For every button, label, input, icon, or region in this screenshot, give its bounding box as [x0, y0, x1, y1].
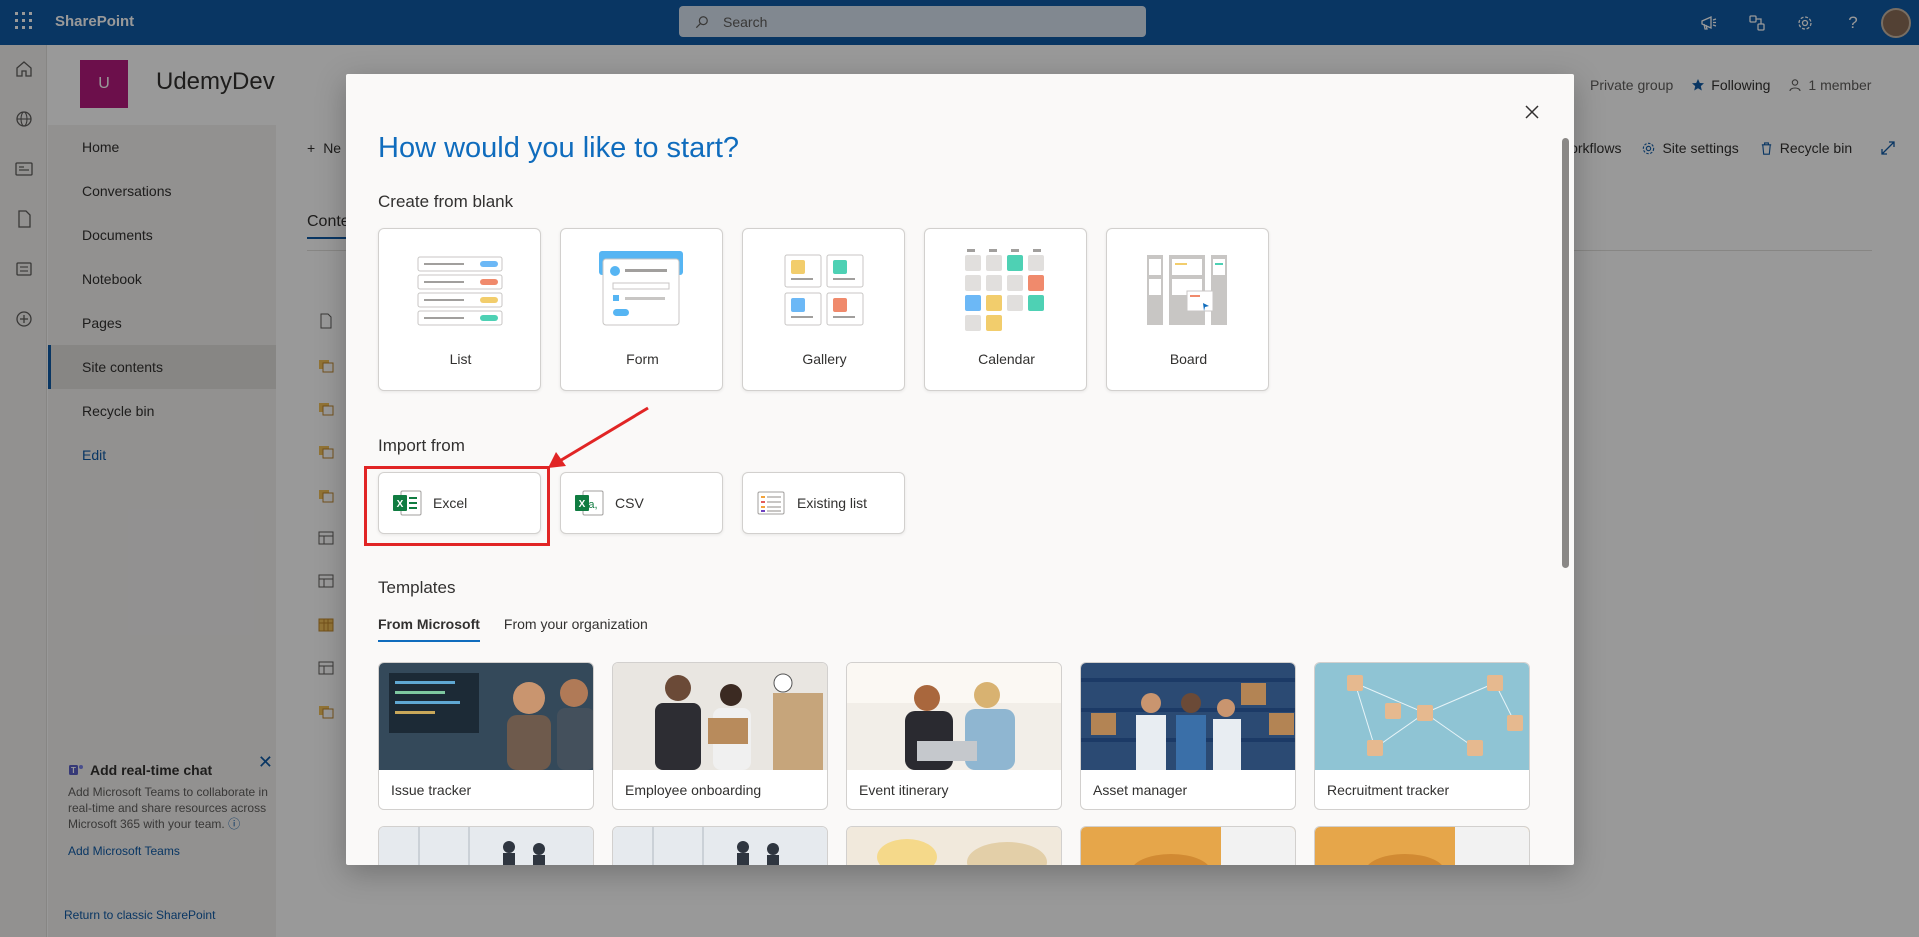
svg-text:a,: a,	[588, 499, 597, 511]
tab-from-organization[interactable]: From your organization	[504, 616, 648, 642]
import-existing-list-label: Existing list	[797, 495, 868, 511]
recruitment-tracker-image	[1315, 663, 1529, 770]
template-label: Issue tracker	[391, 782, 472, 798]
event-itinerary-image	[847, 663, 1061, 770]
template-card-partial[interactable]	[378, 826, 594, 865]
highlight-box	[364, 466, 550, 546]
calendar-illustration-icon	[965, 249, 1044, 331]
template-card-partial[interactable]	[1314, 826, 1530, 865]
template-card-partial[interactable]	[612, 826, 828, 865]
template-image	[847, 827, 1061, 865]
template-label: Asset manager	[1093, 782, 1188, 798]
create-blank-heading: Create from blank	[378, 192, 514, 211]
templates-tabs: From Microsoft From your organization	[378, 616, 648, 642]
svg-text:X: X	[579, 499, 586, 510]
tab-from-microsoft[interactable]: From Microsoft	[378, 616, 480, 642]
template-card-partial[interactable]	[1080, 826, 1296, 865]
list-card-label: List	[449, 351, 472, 367]
red-arrow-icon	[548, 406, 649, 468]
import-csv-button[interactable]: a, X CSV	[560, 472, 723, 534]
template-issue-tracker[interactable]: Issue tracker	[378, 662, 594, 810]
template-label: Event itinerary	[859, 782, 949, 798]
import-heading: Import from	[378, 436, 465, 455]
issue-tracker-image	[379, 663, 593, 770]
employee-onboarding-image	[613, 663, 827, 770]
template-card-partial[interactable]	[846, 826, 1062, 865]
template-asset-manager[interactable]: Asset manager	[1080, 662, 1296, 810]
create-list-dialog: How would you like to start? Create from…	[346, 74, 1574, 865]
asset-manager-image	[1081, 663, 1295, 770]
close-icon[interactable]	[1522, 102, 1542, 122]
import-csv-label: CSV	[615, 495, 644, 511]
board-card[interactable]: Board	[1106, 228, 1269, 391]
board-illustration-icon	[1147, 255, 1227, 325]
gallery-card[interactable]: Gallery	[742, 228, 905, 391]
dialog-scrollbar[interactable]	[1562, 128, 1569, 858]
list-card[interactable]: List	[378, 228, 541, 391]
template-recruitment-tracker[interactable]: Recruitment tracker	[1314, 662, 1530, 810]
board-card-label: Board	[1169, 351, 1208, 367]
template-image	[379, 827, 593, 865]
calendar-card[interactable]: Calendar	[924, 228, 1087, 391]
template-image	[1315, 827, 1529, 865]
gallery-card-label: Gallery	[802, 351, 847, 367]
form-illustration-icon	[599, 251, 683, 326]
list-illustration-icon	[417, 256, 503, 326]
templates-heading: Templates	[378, 578, 456, 597]
template-label: Recruitment tracker	[1327, 782, 1450, 798]
calendar-card-label: Calendar	[978, 351, 1035, 367]
existing-list-icon	[757, 491, 785, 515]
template-image	[613, 827, 827, 865]
gallery-illustration-icon	[784, 254, 864, 326]
template-employee-onboarding[interactable]: Employee onboarding	[612, 662, 828, 810]
template-image	[1081, 827, 1295, 865]
import-existing-list-button[interactable]: Existing list	[742, 472, 905, 534]
template-event-itinerary[interactable]: Event itinerary	[846, 662, 1062, 810]
csv-icon: a, X	[575, 490, 604, 516]
dialog-title: How would you like to start?	[378, 132, 740, 164]
form-card[interactable]: Form	[560, 228, 723, 391]
form-card-label: Form	[626, 351, 659, 367]
template-label: Employee onboarding	[625, 782, 762, 798]
scrollbar-thumb[interactable]	[1562, 138, 1569, 568]
